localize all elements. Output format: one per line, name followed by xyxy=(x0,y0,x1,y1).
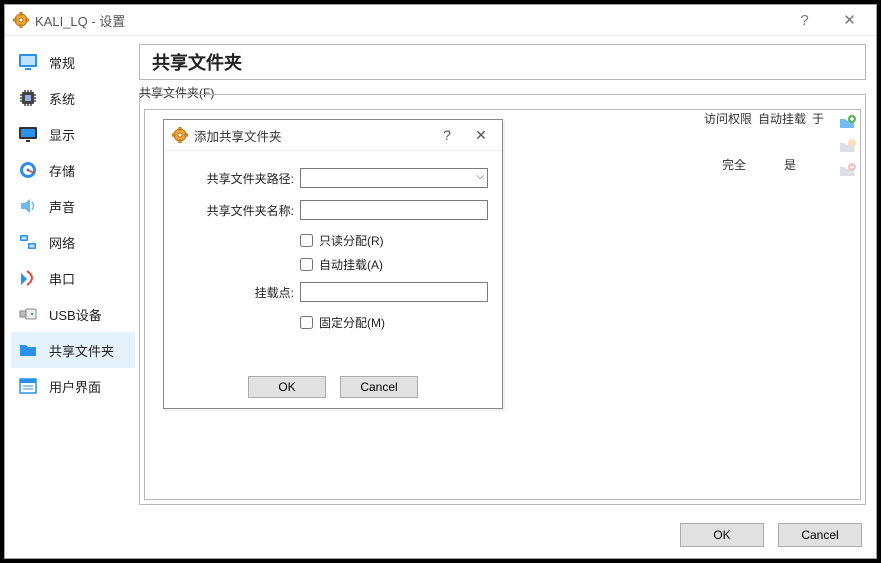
sidebar-item-label: 常规 xyxy=(49,53,75,72)
readonly-checkbox[interactable] xyxy=(300,234,313,247)
usb-icon xyxy=(17,303,39,325)
chevron-down-icon: ⌵ xyxy=(476,171,484,182)
sidebar-item-system[interactable]: 系统 xyxy=(11,80,135,116)
window-close-button[interactable]: ✕ xyxy=(827,6,872,34)
cell-automount: 是 xyxy=(784,156,830,173)
table-row[interactable]: 完全 是 xyxy=(722,156,830,173)
settings-sidebar: 常规 系统 显示 存储 xyxy=(5,36,135,513)
name-label: 共享文件夹名称: xyxy=(178,202,300,219)
dialog-help-button[interactable]: ? xyxy=(430,121,464,149)
permanent-checkbox[interactable] xyxy=(300,316,313,329)
window-footer: OK Cancel xyxy=(5,512,876,558)
window-cancel-button[interactable]: Cancel xyxy=(778,523,862,547)
folder-name-input[interactable] xyxy=(300,200,488,220)
remove-folder-icon[interactable] xyxy=(838,162,856,180)
sidebar-item-network[interactable]: 网络 xyxy=(11,224,135,260)
edit-folder-icon[interactable] xyxy=(838,138,856,156)
readonly-label: 只读分配(R) xyxy=(319,232,384,249)
app-gear-icon xyxy=(13,12,29,28)
sidebar-item-label: 共享文件夹 xyxy=(49,341,114,360)
sidebar-item-label: 串口 xyxy=(49,269,75,288)
dialog-button-row: OK Cancel xyxy=(164,376,502,398)
sidebar-item-label: 用户界面 xyxy=(49,377,101,396)
window-help-button[interactable]: ? xyxy=(782,6,827,34)
monitor-icon xyxy=(17,51,39,73)
list-toolbar xyxy=(834,110,860,499)
sidebar-item-label: 网络 xyxy=(49,233,75,252)
add-folder-icon[interactable] xyxy=(838,114,856,132)
sidebar-item-audio[interactable]: 声音 xyxy=(11,188,135,224)
dialog-gear-icon xyxy=(172,127,188,143)
settings-window: KALI_LQ - 设置 ? ✕ 常规 系统 xyxy=(4,4,877,559)
folder-icon xyxy=(17,339,39,361)
dialog-ok-button[interactable]: OK xyxy=(248,376,326,398)
display-icon xyxy=(17,123,39,145)
cell-access: 完全 xyxy=(722,156,768,173)
automount-checkbox[interactable] xyxy=(300,258,313,271)
sidebar-item-label: USB设备 xyxy=(49,305,102,324)
mountpoint-label: 挂载点: xyxy=(178,284,300,301)
sidebar-item-label: 声音 xyxy=(49,197,75,216)
disk-icon xyxy=(17,159,39,181)
sidebar-item-serial[interactable]: 串口 xyxy=(11,260,135,296)
sidebar-item-usb[interactable]: USB设备 xyxy=(11,296,135,332)
col-access: 访问权限 xyxy=(704,110,752,127)
serial-port-icon xyxy=(17,267,39,289)
dialog-body: 共享文件夹路径: ⌵ 共享文件夹名称: 只读分配(R) 自动挂载(A) xyxy=(164,151,502,341)
col-at: 于 xyxy=(812,110,824,127)
path-label: 共享文件夹路径: xyxy=(178,170,300,187)
sidebar-item-label: 系统 xyxy=(49,89,75,108)
panel-title: 共享文件夹 xyxy=(139,44,866,80)
sidebar-item-general[interactable]: 常规 xyxy=(11,44,135,80)
speaker-icon xyxy=(17,195,39,217)
column-headers: 访问权限 自动挂载 于 xyxy=(704,110,824,127)
sidebar-item-interface[interactable]: 用户界面 xyxy=(11,368,135,404)
permanent-label: 固定分配(M) xyxy=(319,314,385,331)
sidebar-item-label: 显示 xyxy=(49,125,75,144)
dialog-close-button[interactable]: ✕ xyxy=(464,121,498,149)
dialog-title: 添加共享文件夹 xyxy=(194,126,430,145)
dialog-cancel-button[interactable]: Cancel xyxy=(340,376,418,398)
ui-icon xyxy=(17,375,39,397)
mountpoint-input[interactable] xyxy=(300,282,488,302)
sidebar-item-display[interactable]: 显示 xyxy=(11,116,135,152)
sidebar-item-shared-folders[interactable]: 共享文件夹 xyxy=(11,332,135,368)
window-ok-button[interactable]: OK xyxy=(680,523,764,547)
window-title: KALI_LQ - 设置 xyxy=(35,11,125,30)
col-automount: 自动挂载 xyxy=(758,110,806,127)
automount-label: 自动挂载(A) xyxy=(319,256,383,273)
dialog-titlebar: 添加共享文件夹 ? ✕ xyxy=(164,120,502,151)
sidebar-item-label: 存储 xyxy=(49,161,75,180)
sidebar-item-storage[interactable]: 存储 xyxy=(11,152,135,188)
network-icon xyxy=(17,231,39,253)
folder-path-combo[interactable]: ⌵ xyxy=(300,168,488,188)
chip-icon xyxy=(17,87,39,109)
add-shared-folder-dialog: 添加共享文件夹 ? ✕ 共享文件夹路径: ⌵ 共享文件夹名称: 只读分配(R) xyxy=(163,119,503,409)
window-titlebar: KALI_LQ - 设置 ? ✕ xyxy=(5,5,876,36)
